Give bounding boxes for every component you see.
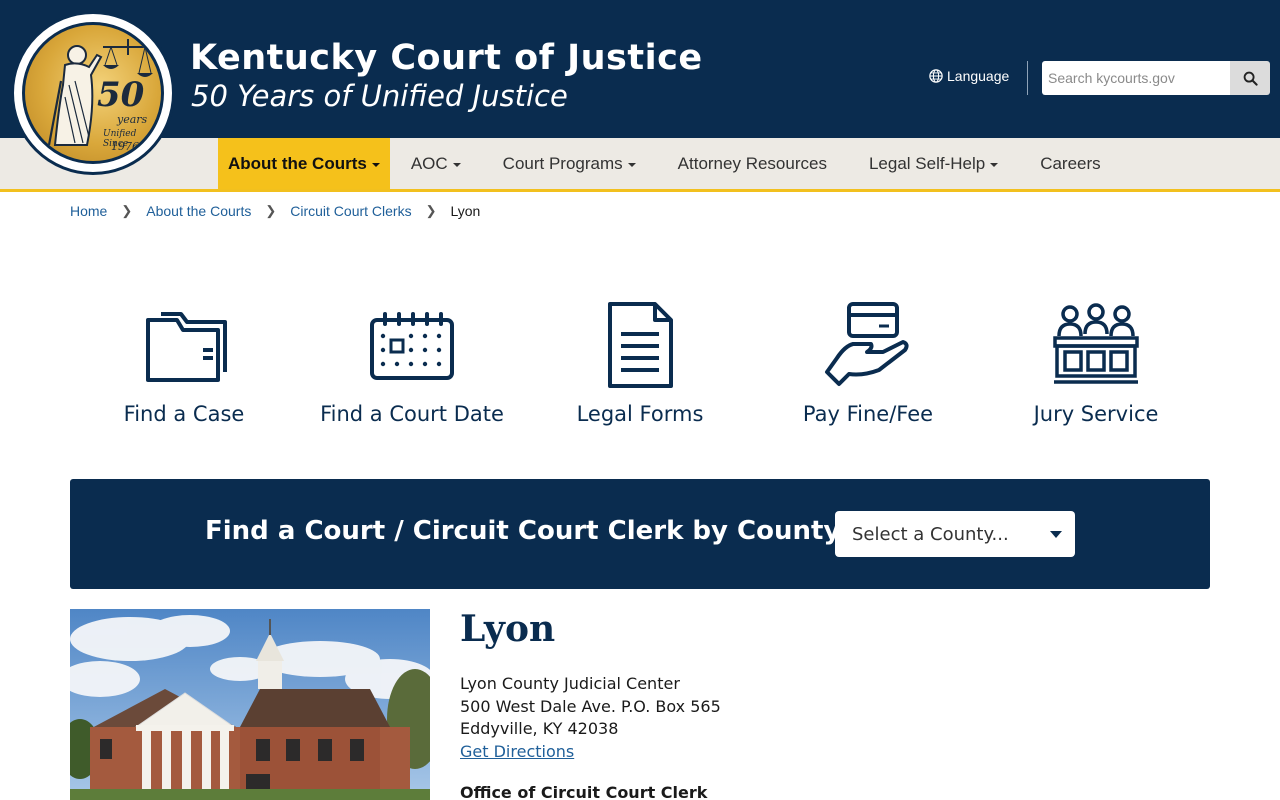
document-icon <box>608 302 673 388</box>
globe-icon <box>929 69 943 83</box>
site-title[interactable]: Kentucky Court of Justice <box>190 38 703 78</box>
calendar-icon <box>370 312 454 380</box>
quick-link-find-a-case[interactable]: Find a Case <box>70 300 298 426</box>
search-icon <box>1243 71 1258 86</box>
county-select-value: Select a County... <box>852 523 1009 545</box>
site-header: Kentucky Court of Justice 50 Years of Un… <box>0 0 1280 138</box>
language-label: Language <box>947 68 1010 84</box>
quick-link-pay-fine-fee[interactable]: Pay Fine/Fee <box>754 300 982 426</box>
county-select[interactable]: Select a County... <box>835 511 1075 557</box>
caret-down-icon <box>990 162 999 167</box>
main-nav: About the Courts AOC Court Programs Atto… <box>0 138 1280 192</box>
caret-down-icon <box>627 162 636 167</box>
caret-down-icon <box>452 162 461 167</box>
nav-careers[interactable]: Careers <box>1019 138 1121 189</box>
breadcrumb-about-the-courts[interactable]: About the Courts <box>146 203 251 219</box>
breadcrumb-circuit-court-clerks[interactable]: Circuit Court Clerks <box>290 203 411 219</box>
chevron-right-icon: ❯ <box>121 203 133 218</box>
court-street: 500 West Dale Ave. P.O. Box 565 <box>460 696 721 716</box>
site-subtitle: 50 Years of Unified Justice <box>191 79 568 113</box>
nav-aoc[interactable]: AOC <box>390 138 482 189</box>
nav-legal-self-help[interactable]: Legal Self-Help <box>848 138 1019 189</box>
breadcrumb: Home ❯ About the Courts ❯ Circuit Court … <box>70 203 480 219</box>
header-divider <box>1027 61 1028 95</box>
finder-title: Find a Court / Circuit Court Clerk by Co… <box>205 516 841 546</box>
courthouse-photo <box>70 609 430 800</box>
court-building: Lyon County Judicial Center <box>460 674 680 693</box>
nav-label: AOC <box>410 153 448 173</box>
breadcrumb-current: Lyon <box>450 203 481 219</box>
court-address: Lyon County Judicial Center 500 West Dal… <box>460 673 721 763</box>
site-search <box>1042 61 1270 95</box>
quick-link-label: Jury Service <box>1033 402 1159 426</box>
court-name-heading: Lyon <box>460 608 556 650</box>
nav-label: Careers <box>1040 153 1101 173</box>
nav-about-the-courts[interactable]: About the Courts <box>218 138 390 189</box>
card-hand-icon <box>825 302 909 386</box>
breadcrumb-home[interactable]: Home <box>70 203 107 219</box>
dropdown-arrow-icon <box>1050 531 1062 538</box>
quick-link-find-a-court-date[interactable]: Find a Court Date <box>298 300 526 426</box>
get-directions-link[interactable]: Get Directions <box>460 742 574 761</box>
seal-number: 50 <box>97 75 145 115</box>
quick-link-label: Pay Fine/Fee <box>802 402 934 426</box>
nav-court-programs[interactable]: Court Programs <box>482 138 657 189</box>
nav-label: Court Programs <box>502 153 623 173</box>
quick-link-legal-forms[interactable]: Legal Forms <box>526 300 754 426</box>
caret-down-icon <box>371 162 380 167</box>
quick-link-jury-service[interactable]: Jury Service <box>982 300 1210 426</box>
chevron-right-icon: ❯ <box>425 203 437 218</box>
nav-label: Attorney Resources <box>677 153 827 173</box>
court-seal-logo[interactable]: 50 years Unified Since 1976 <box>11 11 175 175</box>
quick-link-label: Legal Forms <box>576 402 704 426</box>
chevron-right-icon: ❯ <box>265 203 277 218</box>
nav-attorney-resources[interactable]: Attorney Resources <box>657 138 848 189</box>
search-button[interactable] <box>1230 61 1270 95</box>
nav-label: About the Courts <box>228 153 367 173</box>
seal-years: years <box>117 113 148 126</box>
jury-box-icon <box>1053 303 1139 384</box>
court-city: Eddyville, KY 42038 <box>460 719 619 739</box>
quick-link-label: Find a Court Date <box>320 402 504 426</box>
folder-icon <box>146 312 227 382</box>
office-title: Office of Circuit Court Clerk <box>460 783 708 800</box>
search-input[interactable] <box>1042 61 1230 95</box>
quick-link-label: Find a Case <box>123 402 245 426</box>
quick-links: Find a Case Find a Court Date Legal Form… <box>70 300 1210 426</box>
nav-label: Legal Self-Help <box>868 153 986 173</box>
language-selector[interactable]: Language <box>929 68 1009 84</box>
county-finder: Find a Court / Circuit Court Clerk by Co… <box>70 479 1210 589</box>
seal-year: 1976 <box>111 140 139 153</box>
